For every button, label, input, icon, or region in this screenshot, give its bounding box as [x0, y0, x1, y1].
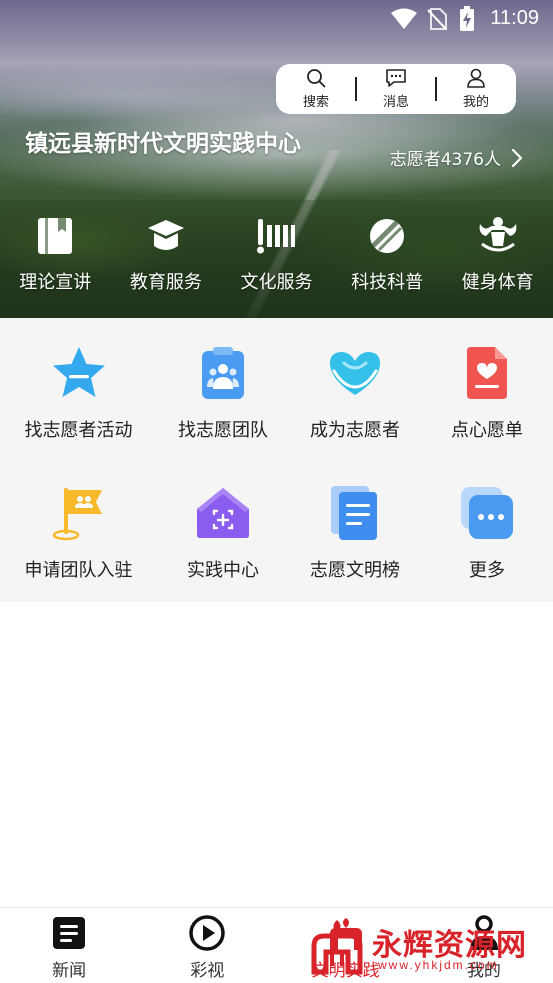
book-icon — [38, 218, 73, 254]
no-sim-icon — [427, 8, 447, 30]
status-bar: 11:09 — [0, 0, 553, 40]
grid-label: 志愿文明榜 — [310, 560, 400, 581]
search-button[interactable]: 搜索 — [276, 64, 356, 114]
document-list-icon — [331, 486, 377, 540]
search-label: 搜索 — [302, 94, 329, 109]
divider — [435, 77, 437, 101]
more-icon — [461, 487, 513, 539]
service-grid: 找志愿者活动 找志愿团队 成为志愿者 点心愿单 申请团队入驻 实践中心 志愿文明… — [0, 318, 553, 602]
grid-label: 点心愿单 — [451, 420, 523, 441]
star-badge-icon — [52, 347, 105, 397]
practice-center-icon — [197, 488, 249, 538]
message-button[interactable]: 消息 — [356, 64, 436, 114]
grid-label: 申请团队入驻 — [24, 560, 133, 581]
my-button[interactable]: 我的 — [436, 64, 516, 114]
civilization-icon — [329, 918, 362, 950]
apply-team-entry[interactable]: 申请团队入驻 — [0, 482, 157, 602]
nav-label: 我的 — [466, 961, 501, 981]
grid-label: 更多 — [469, 560, 505, 581]
divider — [355, 77, 357, 101]
category-fitness[interactable]: 健身体育 — [442, 214, 553, 304]
culture-icon — [257, 219, 296, 254]
fitness-icon — [479, 217, 517, 252]
grid-label: 找志愿团队 — [178, 420, 268, 441]
wish-list[interactable]: 点心愿单 — [421, 342, 553, 462]
bottom-navigation: 新闻 彩视 文明实践 我的 — [0, 907, 553, 983]
grid-label: 成为志愿者 — [310, 420, 400, 441]
graduation-cap-icon — [147, 220, 184, 250]
message-icon — [386, 69, 406, 87]
grid-label: 找志愿者活动 — [24, 420, 133, 441]
category-label: 科技科普 — [351, 272, 424, 293]
category-theory[interactable]: 理论宣讲 — [0, 214, 111, 304]
search-icon — [307, 69, 326, 88]
science-icon — [370, 219, 405, 253]
play-icon — [189, 915, 226, 951]
nav-profile[interactable]: 我的 — [415, 908, 553, 983]
nav-news[interactable]: 新闻 — [0, 908, 138, 983]
status-time: 11:09 — [490, 7, 539, 29]
team-clipboard-icon — [202, 347, 244, 399]
category-label: 文化服务 — [240, 272, 313, 293]
nav-video[interactable]: 彩视 — [138, 908, 276, 983]
category-label: 教育服务 — [129, 272, 202, 293]
top-action-bar: 搜索 消息 我的 — [276, 64, 516, 114]
hero-category-bar: 理论宣讲 教育服务 文化服务 科技科普 健身体育 — [0, 214, 553, 304]
more-services[interactable]: 更多 — [421, 482, 553, 602]
profile-icon — [469, 915, 498, 950]
become-volunteer[interactable]: 成为志愿者 — [289, 342, 421, 462]
nav-label: 彩视 — [190, 961, 225, 981]
category-science[interactable]: 科技科普 — [332, 214, 443, 304]
nav-label: 文明实践 — [311, 961, 380, 981]
category-label: 理论宣讲 — [19, 272, 92, 293]
find-volunteer-team[interactable]: 找志愿团队 — [157, 342, 289, 462]
my-label: 我的 — [462, 94, 489, 109]
heart-hands-icon — [329, 352, 381, 395]
chevron-right-icon — [511, 148, 523, 167]
category-label: 健身体育 — [461, 272, 534, 293]
category-education[interactable]: 教育服务 — [111, 214, 222, 304]
wish-list-icon — [467, 347, 507, 399]
volunteer-count-link[interactable]: 志愿者4376人 — [390, 145, 523, 170]
news-icon — [53, 917, 86, 949]
nav-label: 新闻 — [52, 961, 87, 981]
team-flag-icon — [52, 488, 102, 541]
wifi-icon — [391, 8, 417, 29]
user-icon — [467, 68, 485, 88]
category-culture[interactable]: 文化服务 — [221, 214, 332, 304]
volunteer-count-label: 志愿者4376人 — [389, 150, 501, 170]
volunteer-honor-list[interactable]: 志愿文明榜 — [289, 482, 421, 602]
grid-label: 实践中心 — [187, 560, 259, 581]
find-volunteer-activity[interactable]: 找志愿者活动 — [0, 342, 157, 462]
battery-charging-icon — [460, 6, 474, 31]
practice-center[interactable]: 实践中心 — [157, 482, 289, 602]
nav-civilization-practice[interactable]: 文明实践 — [277, 908, 415, 983]
message-label: 消息 — [382, 94, 409, 109]
center-title: 镇远县新时代文明实践中心 — [25, 131, 301, 157]
